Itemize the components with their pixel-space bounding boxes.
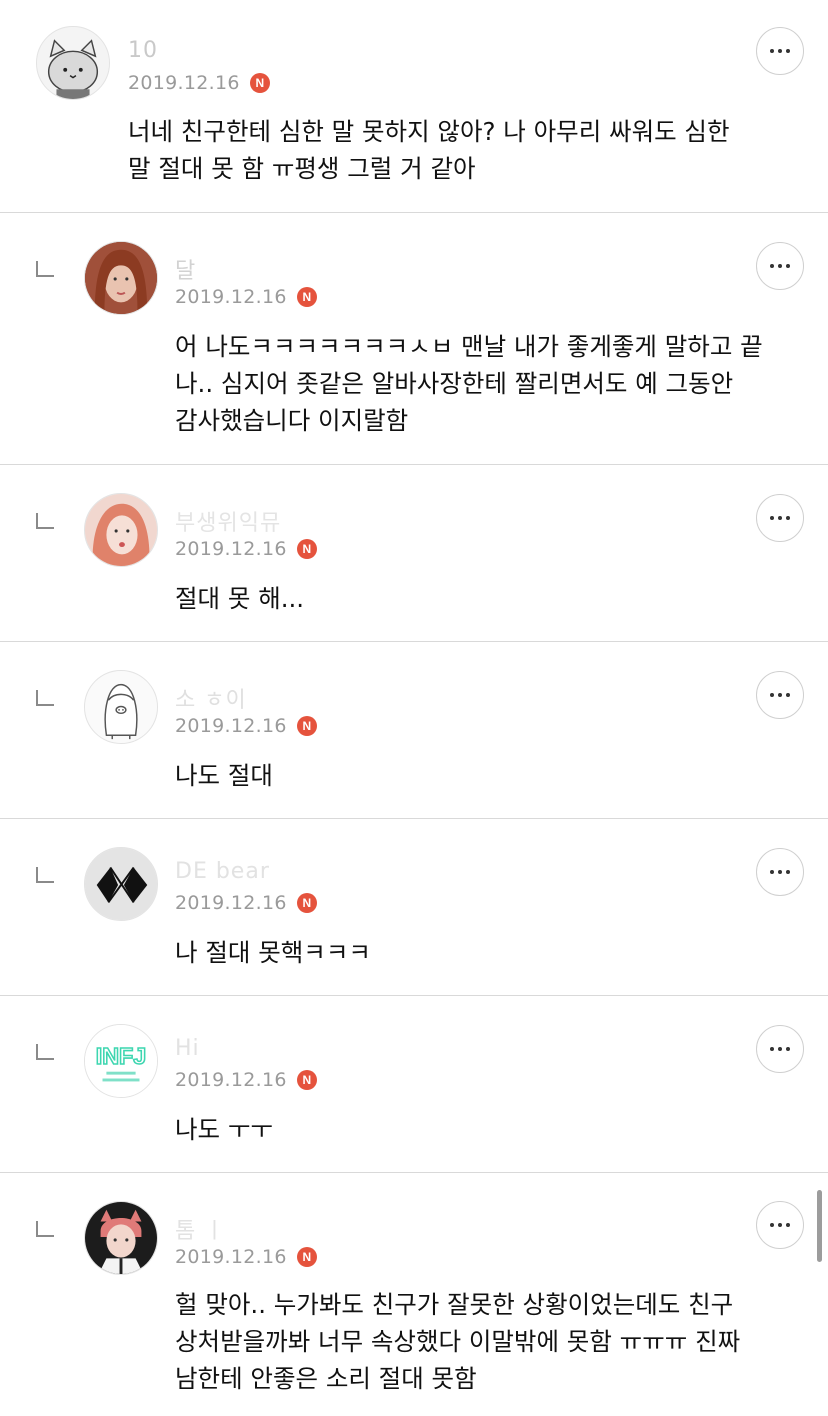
comment-text: 어 나도ㅋㅋㅋㅋㅋㅋㅋㅅㅂ 맨날 내가 좋게좋게 말하고 끝 나.. 심지어 좃… xyxy=(175,332,763,435)
more-options-button[interactable] xyxy=(756,1025,804,1073)
comment-date: 2019.12.16 xyxy=(175,286,287,308)
nickname[interactable]: 10 xyxy=(128,38,158,63)
more-options-button[interactable] xyxy=(756,27,804,75)
comment-date: 2019.12.16 xyxy=(175,1069,287,1091)
profile-photo-icon xyxy=(85,1202,157,1274)
avatar[interactable]: INFJ xyxy=(84,1024,158,1098)
more-options-button[interactable] xyxy=(756,1201,804,1249)
avatar[interactable] xyxy=(84,847,158,921)
reply-item: 소 ㅎ이 2019.12.16 N 나도 절대 xyxy=(0,642,828,819)
comment-item: 10 2019.12.16 N 너네 친구한테 심한 말 못하지 않아? 나 아… xyxy=(0,0,828,213)
more-options-button[interactable] xyxy=(756,242,804,290)
more-options-button[interactable] xyxy=(756,494,804,542)
profile-photo-icon xyxy=(85,494,157,566)
avatar[interactable] xyxy=(84,670,158,744)
reply-item: 톰 ㅣ 2019.12.16 N 헐 맞아.. 누가봐도 친구가 잘못한 상황이… xyxy=(0,1173,828,1416)
reply-item: 달 2019.12.16 N 어 나도ㅋㅋㅋㅋㅋㅋㅋㅅㅂ 맨날 내가 좋게좋게 … xyxy=(0,213,828,465)
avatar-label: INFJ xyxy=(96,1043,147,1069)
nickname[interactable]: 톰 ㅣ xyxy=(175,1213,225,1245)
new-badge: N xyxy=(296,1070,317,1090)
reply-item: DE bear 2019.12.16 N 나 절대 못핵ㅋㅋㅋ xyxy=(0,819,828,996)
more-dots-icon xyxy=(770,1223,790,1227)
comment-meta: 2019.12.16 N xyxy=(175,286,317,308)
reply-item: 부생위익뮤 2019.12.16 N 절대 못 해... xyxy=(0,465,828,642)
profile-photo-icon xyxy=(85,242,157,314)
nickname[interactable]: 소 ㅎ이 xyxy=(175,682,247,714)
reply-arrow-icon xyxy=(36,513,54,529)
reply-arrow-icon xyxy=(36,867,54,883)
nickname[interactable]: 부생위익뮤 xyxy=(175,505,281,537)
scrollbar[interactable] xyxy=(817,1190,822,1262)
nickname[interactable]: 달 xyxy=(175,253,196,285)
comment-date: 2019.12.16 xyxy=(175,892,287,914)
avatar[interactable] xyxy=(84,1201,158,1275)
comment-meta: 2019.12.16 N xyxy=(175,715,317,737)
new-badge: N xyxy=(296,287,317,307)
comment-text: 나도 ㅜㅜ xyxy=(175,1115,273,1144)
comment-date: 2019.12.16 xyxy=(175,715,287,737)
avatar[interactable] xyxy=(84,241,158,315)
more-options-button[interactable] xyxy=(756,848,804,896)
penguin-avatar-icon xyxy=(85,671,157,743)
infj-avatar-icon: INFJ xyxy=(85,1025,157,1097)
more-dots-icon xyxy=(770,870,790,874)
comment-meta: 2019.12.16 N xyxy=(175,1246,317,1268)
cat-avatar-icon xyxy=(37,27,109,99)
comment-text: 너네 친구한테 심한 말 못하지 않아? 나 아무리 싸워도 심한 말 절대 못… xyxy=(128,117,730,183)
comment-text: 나도 절대 xyxy=(175,761,273,790)
comment-date: 2019.12.16 xyxy=(128,72,240,94)
comment-date: 2019.12.16 xyxy=(175,538,287,560)
nickname[interactable]: Hi xyxy=(175,1036,200,1061)
more-dots-icon xyxy=(770,693,790,697)
comment-date: 2019.12.16 xyxy=(175,1246,287,1268)
new-badge: N xyxy=(296,1247,317,1267)
reply-arrow-icon xyxy=(36,261,54,277)
new-badge: N xyxy=(296,539,317,559)
more-dots-icon xyxy=(770,1047,790,1051)
reply-arrow-icon xyxy=(36,1221,54,1237)
comment-text: 헐 맞아.. 누가봐도 친구가 잘못한 상황이었는데도 친구 상처받을까봐 너무… xyxy=(175,1290,741,1393)
more-dots-icon xyxy=(770,49,790,53)
comment-meta: 2019.12.16 N xyxy=(175,892,317,914)
reply-item: INFJ Hi 2019.12.16 N 나도 ㅜㅜ xyxy=(0,996,828,1173)
comment-text: 나 절대 못핵ㅋㅋㅋ xyxy=(175,938,371,967)
new-badge: N xyxy=(249,73,270,93)
comment-meta: 2019.12.16 N xyxy=(175,1069,317,1091)
avatar[interactable] xyxy=(36,26,110,100)
more-options-button[interactable] xyxy=(756,671,804,719)
new-badge: N xyxy=(296,716,317,736)
comment-meta: 2019.12.16 N xyxy=(128,72,270,94)
reply-arrow-icon xyxy=(36,1044,54,1060)
avatar[interactable] xyxy=(84,493,158,567)
reply-arrow-icon xyxy=(36,690,54,706)
exo-logo-avatar-icon xyxy=(85,848,157,920)
more-dots-icon xyxy=(770,264,790,268)
more-dots-icon xyxy=(770,516,790,520)
comment-meta: 2019.12.16 N xyxy=(175,538,317,560)
comment-text: 절대 못 해... xyxy=(175,584,305,613)
nickname[interactable]: DE bear xyxy=(175,859,270,884)
new-badge: N xyxy=(296,893,317,913)
